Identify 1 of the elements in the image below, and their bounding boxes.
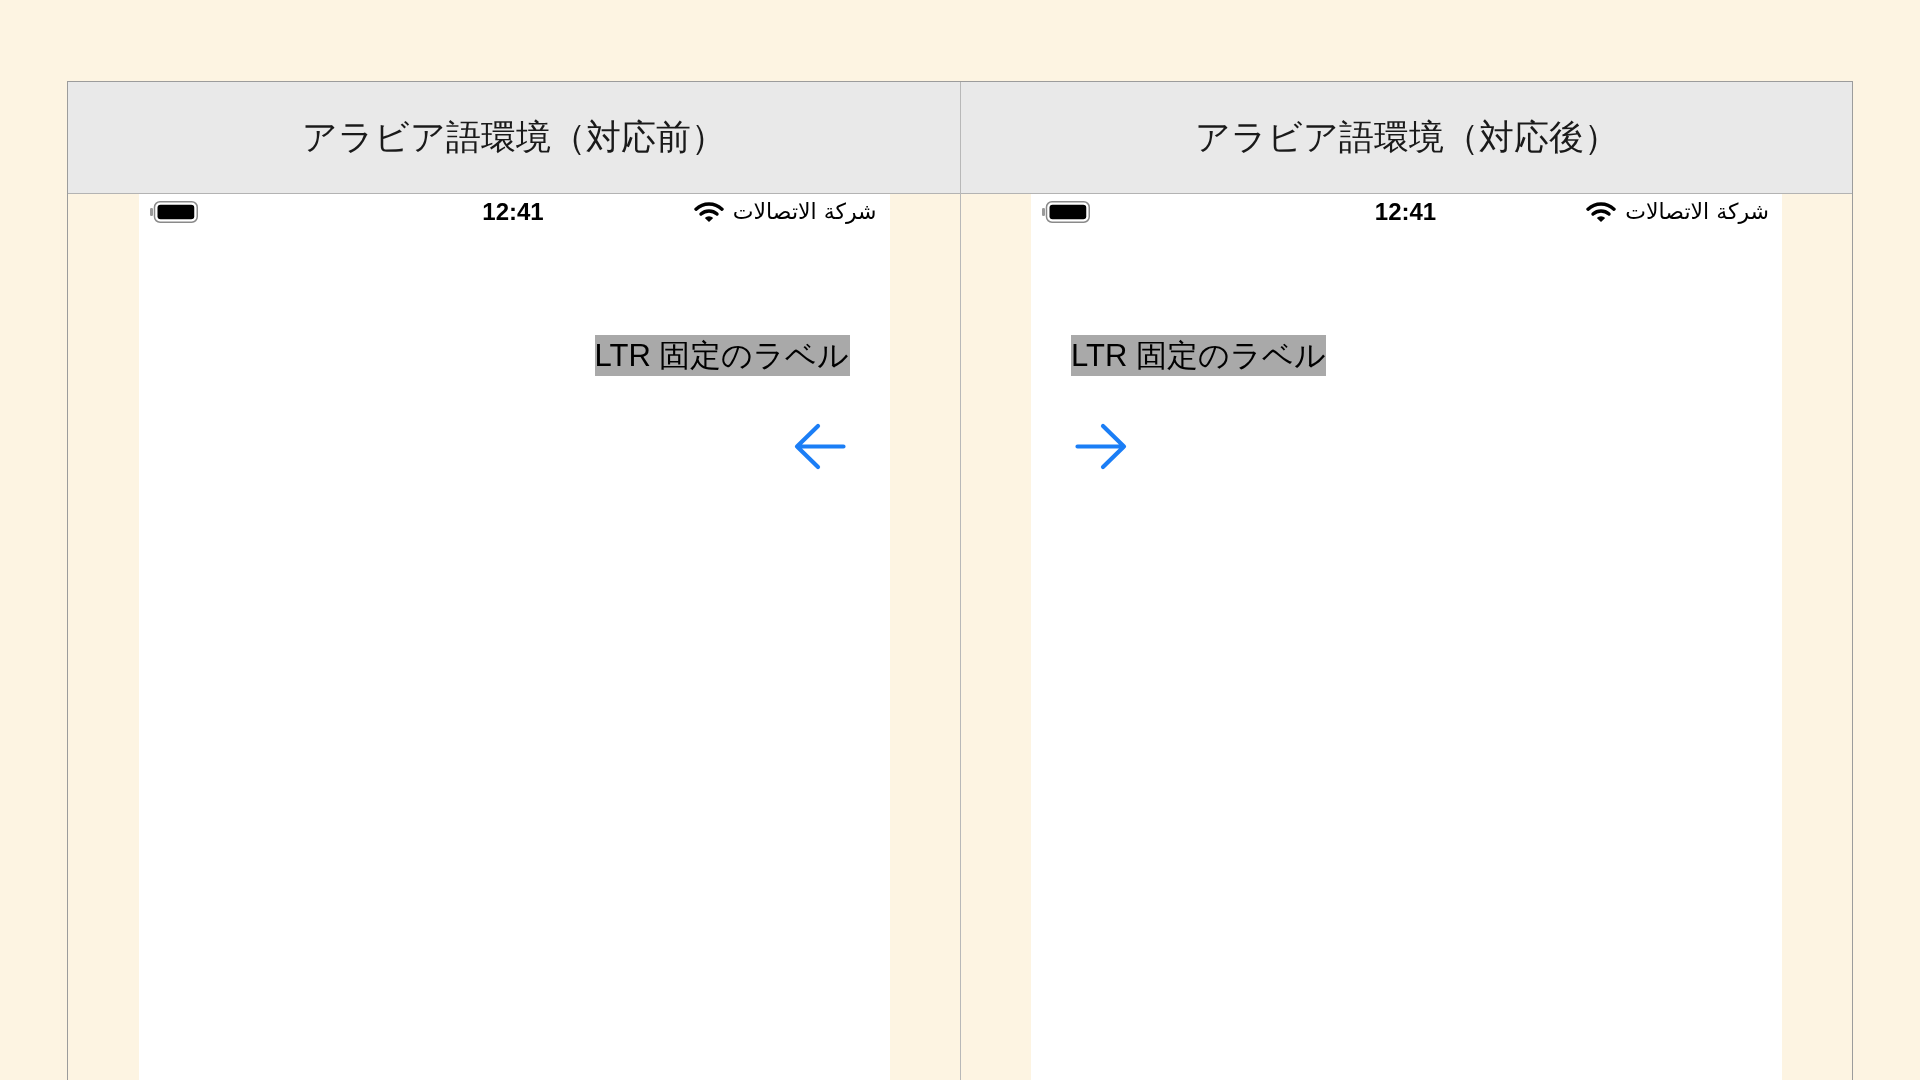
battery-icon	[149, 200, 198, 223]
